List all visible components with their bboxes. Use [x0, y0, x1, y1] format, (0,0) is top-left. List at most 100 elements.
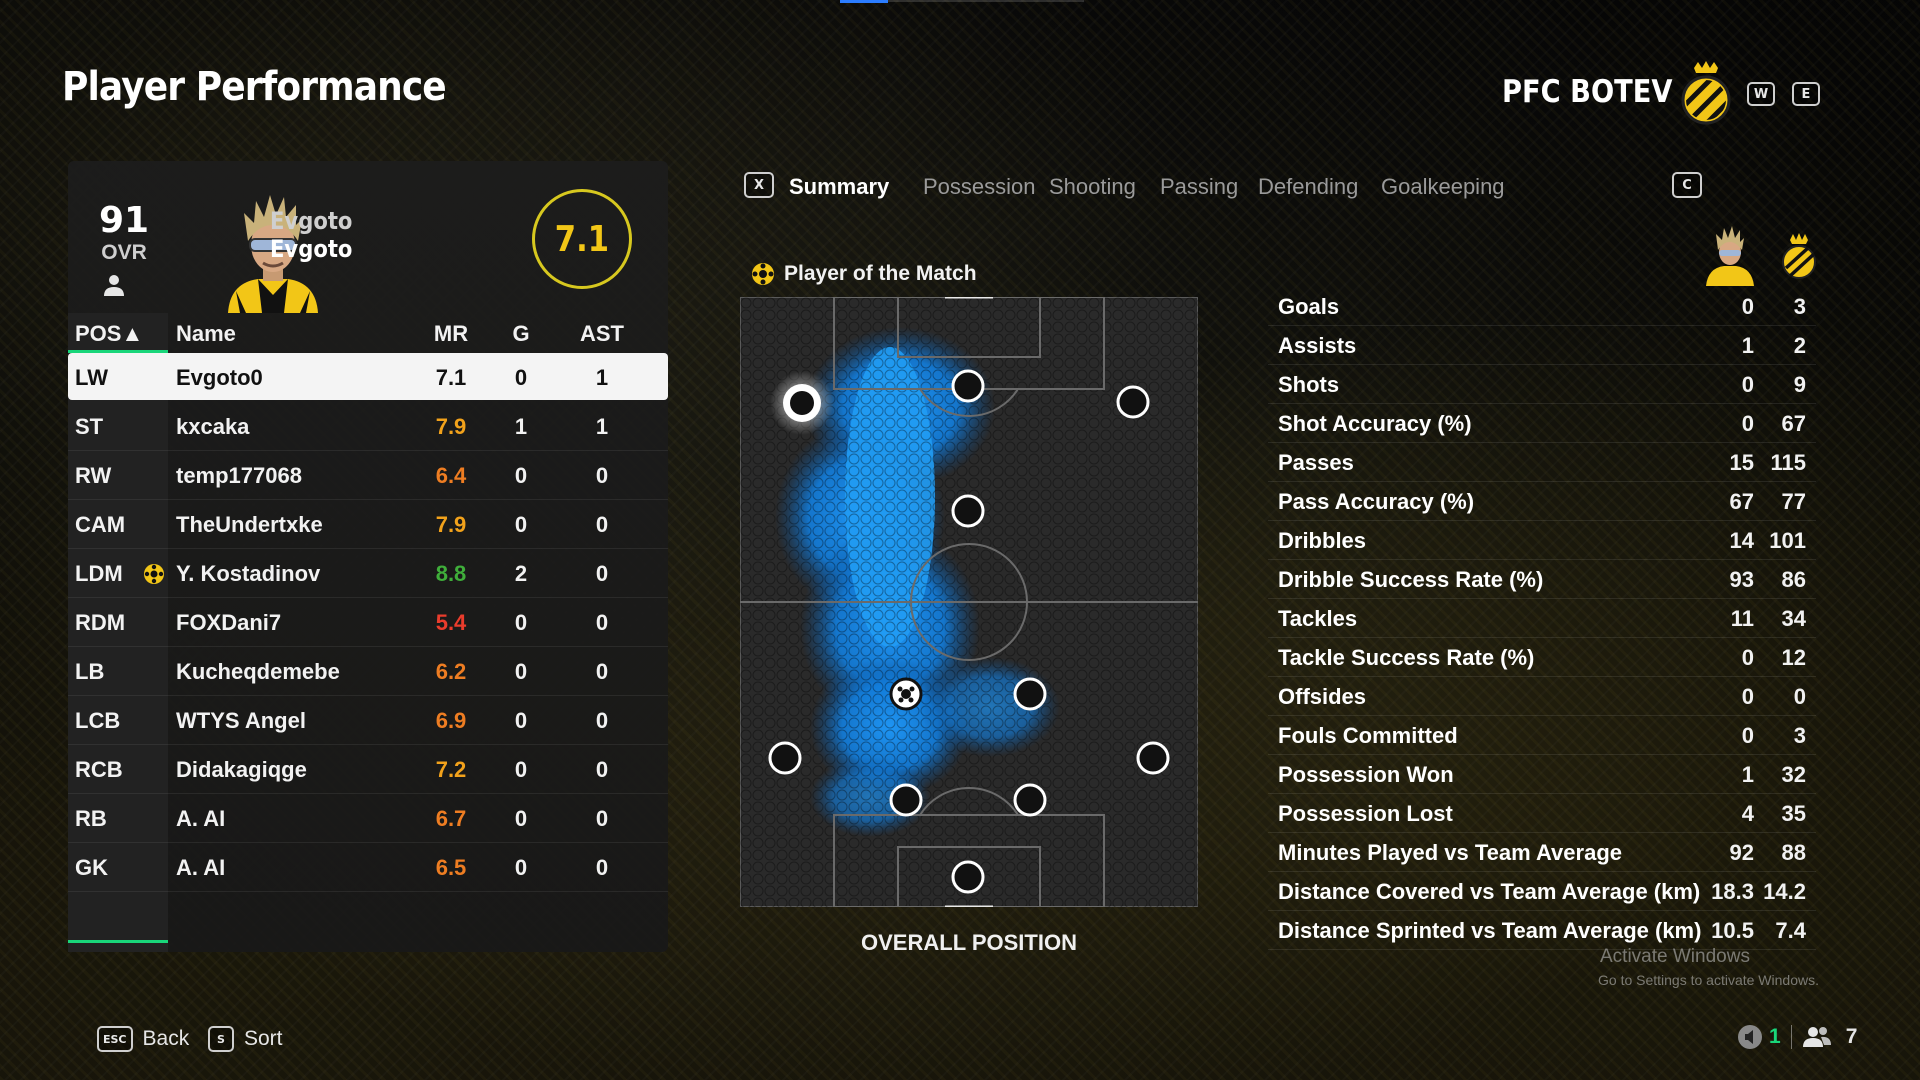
stat-player-value: 10.5 [1711, 918, 1754, 943]
stat-player-value: 14 [1729, 528, 1754, 553]
next-tab-key[interactable]: C [1672, 172, 1702, 198]
top-progress-indicator [840, 0, 888, 3]
header-mr[interactable]: MR [426, 321, 476, 347]
row-pos: RB [75, 806, 107, 831]
stat-team-value: 32 [1781, 762, 1806, 787]
stat-row: Possession Lost 4 35 [1268, 794, 1816, 833]
row-goals: 2 [514, 561, 528, 586]
row-pos: LB [75, 659, 105, 684]
tab-possession[interactable]: Possession [923, 174, 1036, 200]
tab-summary[interactable]: Summary [789, 174, 889, 200]
row-name: Kucheqdemebe [176, 659, 340, 684]
potm-text: Player of the Match [784, 262, 977, 285]
stat-team-value: 0 [1793, 684, 1806, 709]
comparison-icons [1706, 226, 1816, 286]
stat-row: Dribbles 14 101 [1268, 521, 1816, 560]
header-pos[interactable]: POS▲ [75, 321, 143, 347]
table-row[interactable]: ST kxcaka 7.9 1 1 [68, 402, 668, 451]
next-club-key[interactable]: E [1792, 82, 1820, 106]
row-assists: 0 [595, 610, 609, 635]
row-goals: 0 [514, 512, 528, 537]
row-assists: 1 [595, 365, 609, 390]
player-list-panel: 91 OVR Evgoto Evgoto 7.1 POS▲ Name MR G … [68, 161, 668, 952]
tab-goalkeeping[interactable]: Goalkeeping [1381, 174, 1505, 200]
stat-label: Possession Won [1278, 762, 1454, 787]
row-name: A. AI [176, 806, 226, 831]
stat-player-value: 92 [1729, 840, 1754, 865]
potm-icon [144, 564, 164, 584]
stat-label: Distance Sprinted vs Team Average (km) [1278, 918, 1702, 943]
tab-shooting[interactable]: Shooting [1049, 174, 1136, 200]
table-row[interactable]: RW temp177068 6.4 0 0 [68, 451, 668, 500]
club-name: PFC BOTEV [1502, 74, 1673, 110]
watermark-subtitle: Go to Settings to activate Windows. [1598, 972, 1819, 988]
row-pos: CAM [75, 512, 126, 537]
row-goals: 0 [514, 659, 528, 684]
position-column-accent [68, 940, 168, 943]
sort-label: Sort [244, 1027, 283, 1050]
stat-player-value: 11 [1730, 606, 1754, 631]
player-of-the-match-label: Player of the Match [750, 261, 977, 287]
table-row[interactable]: RB A. AI 6.7 0 0 [68, 794, 668, 843]
stat-team-value: 77 [1781, 489, 1806, 514]
row-name: Didakagiqge [176, 757, 307, 782]
header-goals[interactable]: G [501, 321, 541, 347]
row-match-rating: 6.5 [435, 855, 467, 880]
top-progress-track [888, 0, 1084, 2]
watermark-title: Activate Windows [1600, 946, 1750, 967]
row-name: TheUndertxke [176, 512, 323, 537]
speaker-icon [1738, 1025, 1762, 1049]
row-goals: 0 [514, 365, 528, 390]
header-name[interactable]: Name [176, 321, 236, 347]
prev-club-key[interactable]: W [1747, 82, 1775, 106]
tab-defending[interactable]: Defending [1258, 174, 1358, 200]
position-heatmap [740, 297, 1198, 907]
stat-player-value: 18.3 [1711, 879, 1754, 904]
row-goals: 0 [514, 855, 528, 880]
prev-tab-key[interactable]: X [744, 172, 774, 198]
stat-row: Passes 15 115 [1268, 443, 1816, 482]
stat-team-value: 12 [1781, 645, 1806, 670]
table-row[interactable]: CAM TheUndertxke 7.9 0 0 [68, 500, 668, 549]
overall-position-label: OVERALL POSITION [861, 930, 1077, 955]
row-goals: 0 [514, 610, 528, 635]
stat-row: Fouls Committed 0 3 [1268, 716, 1816, 755]
stat-player-value: 67 [1729, 489, 1754, 514]
row-pos: RDM [75, 610, 126, 635]
windows-activation-watermark: Activate Windows Go to Settings to activ… [1598, 946, 1819, 988]
table-row[interactable]: LB Kucheqdemebe 6.2 0 0 [68, 647, 668, 696]
tab-passing[interactable]: Passing [1160, 174, 1238, 200]
header-assists[interactable]: AST [574, 321, 630, 347]
table-row[interactable]: LW Evgoto0 7.1 0 1 [68, 353, 668, 400]
row-assists: 0 [595, 463, 609, 488]
stat-player-value: 0 [1741, 294, 1754, 319]
ovr-value: 91 [98, 200, 150, 241]
row-name: Y. Kostadinov [176, 561, 321, 586]
row-assists: 1 [595, 414, 609, 439]
row-match-rating: 6.9 [435, 708, 467, 733]
stat-row: Distance Sprinted vs Team Average (km) 10… [1268, 911, 1816, 950]
row-goals: 0 [514, 708, 528, 733]
player-column-icon [1706, 226, 1754, 286]
table-row[interactable]: RCB Didakagiqge 7.2 0 0 [68, 745, 668, 794]
stat-team-value: 88 [1781, 840, 1806, 865]
table-row[interactable]: LCB WTYS Angel 6.9 0 0 [68, 696, 668, 745]
row-match-rating: 7.9 [435, 414, 467, 439]
stat-player-value: 0 [1741, 723, 1754, 748]
table-row[interactable]: GK A. AI 6.5 0 0 [68, 843, 668, 892]
table-row[interactable]: LDM Y. Kostadinov 8.8 2 0 [68, 549, 668, 598]
stat-label: Distance Covered vs Team Average (km) [1278, 879, 1701, 904]
row-match-rating: 8.8 [435, 561, 467, 586]
stat-row: Minutes Played vs Team Average 92 88 [1268, 833, 1816, 872]
stat-row: Assists 1 2 [1268, 326, 1816, 365]
footer-separator [1790, 1025, 1792, 1049]
row-assists: 0 [595, 757, 609, 782]
stat-team-value: 3 [1793, 294, 1806, 319]
potm-icon [752, 263, 774, 285]
back-button[interactable]: ESC Back [97, 1026, 189, 1052]
stats-comparison-table: Goals 0 3 Assists 1 2 Shots 0 9 Shot Accuracy (%)… [1268, 287, 1816, 950]
players-count: 7 [1845, 1025, 1858, 1048]
sort-button[interactable]: S Sort [208, 1026, 283, 1052]
table-row[interactable]: RDM FOXDani7 5.4 0 0 [68, 598, 668, 647]
row-match-rating: 7.2 [435, 757, 467, 782]
